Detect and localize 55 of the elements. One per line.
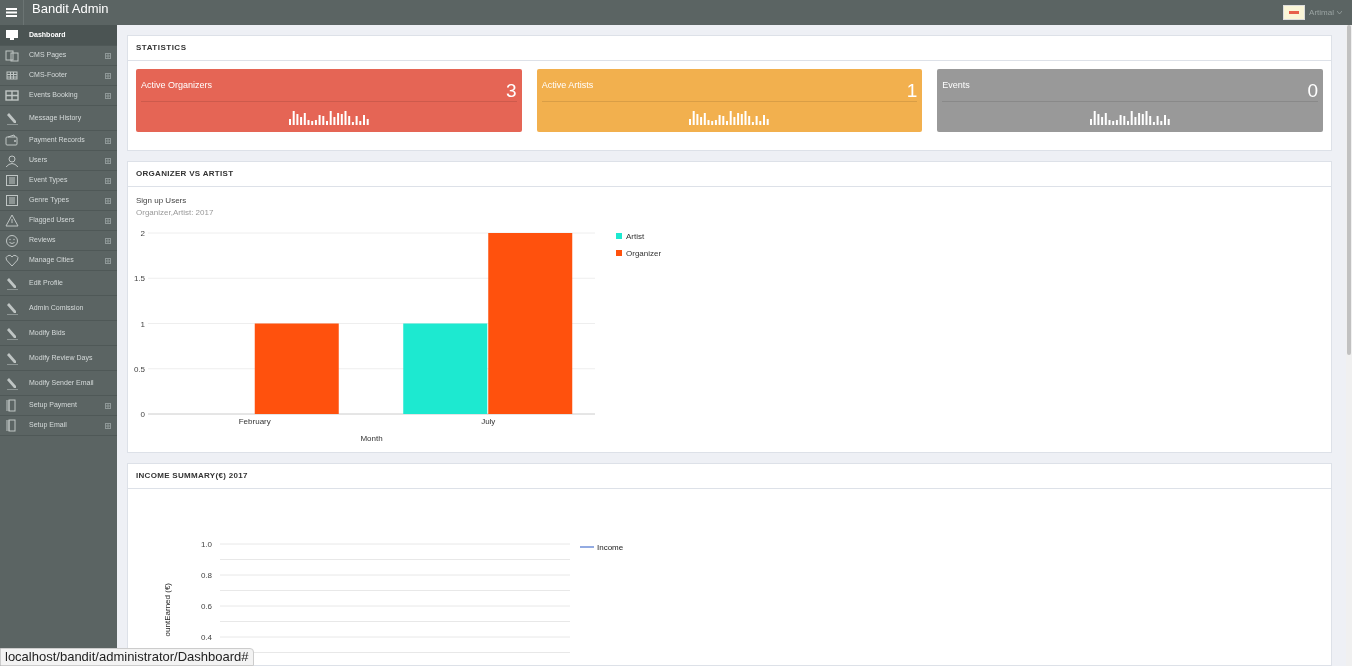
- pencil-icon: [5, 376, 19, 390]
- stat-value: 0: [1307, 81, 1318, 100]
- axis-tick-label: 2: [140, 229, 145, 238]
- panel-title: ORGANIZER VS ARTIST: [136, 168, 234, 180]
- axis-title: Month: [360, 434, 383, 443]
- axis-tick-label: 0: [140, 410, 145, 419]
- axis-title: ountEarned (€): [163, 583, 172, 637]
- stat-value: 1: [906, 81, 918, 100]
- warning-icon: [5, 214, 19, 227]
- logo-icon: [1283, 5, 1306, 20]
- legend-swatch: [616, 233, 622, 239]
- pencil-icon: [5, 301, 19, 315]
- axis-tick-label: 1.0: [200, 540, 212, 549]
- legend-label: Organizer: [626, 249, 662, 258]
- heart-icon: [5, 254, 19, 267]
- user-icon: [5, 154, 19, 167]
- columns-icon: [5, 194, 19, 207]
- legend-label: Artist: [626, 232, 645, 241]
- axis-tick-label: 0.6: [200, 602, 212, 611]
- panel-title: INCOME SUMMARY(€) 2017: [136, 470, 248, 482]
- user-menu[interactable]: Artimal: [1309, 6, 1342, 19]
- legend-swatch: [616, 250, 622, 256]
- axis-tick-label: 0.4: [200, 633, 212, 642]
- caret-icon: [1337, 11, 1342, 14]
- axis-tick-label: 1: [140, 319, 145, 329]
- pencil-icon: [5, 276, 19, 290]
- pencil-icon: [5, 111, 19, 125]
- panel-title: STATISTICS: [136, 42, 187, 54]
- stat-value: 3: [506, 81, 517, 100]
- scrollbar-thumb[interactable]: [1347, 25, 1351, 355]
- stat-label: Active Organizers: [141, 79, 213, 92]
- app-title: Bandit Admin: [32, 0, 109, 18]
- axis-tick-label: 1.5: [133, 274, 145, 284]
- axis-tick-label: February: [238, 417, 271, 426]
- legend-line: [579, 546, 595, 548]
- pencil-icon: [5, 351, 19, 365]
- stat-label: Active Artists: [541, 79, 594, 92]
- user-name: Artimal: [1309, 6, 1334, 19]
- pencil-icon: [5, 326, 19, 340]
- axis-tick-label: 0.5: [133, 364, 145, 374]
- grid-icon: [5, 89, 19, 102]
- chart-subtitle: Organizer,Artist: 2017: [136, 207, 215, 219]
- table-icon: [5, 69, 19, 82]
- chart-title: Sign up Users: [136, 195, 188, 207]
- smiley-icon: [5, 234, 19, 247]
- monitor-icon: [5, 28, 19, 42]
- axis-tick-label: 0.8: [200, 571, 212, 580]
- wallet-icon: [5, 134, 19, 147]
- legend-label: Income: [597, 543, 624, 552]
- door-icon: [5, 399, 19, 412]
- pages-icon: [5, 49, 19, 62]
- columns-icon: [5, 174, 19, 187]
- axis-tick-label: July: [481, 417, 496, 426]
- stat-label: Events: [942, 79, 970, 92]
- door-icon: [5, 419, 19, 432]
